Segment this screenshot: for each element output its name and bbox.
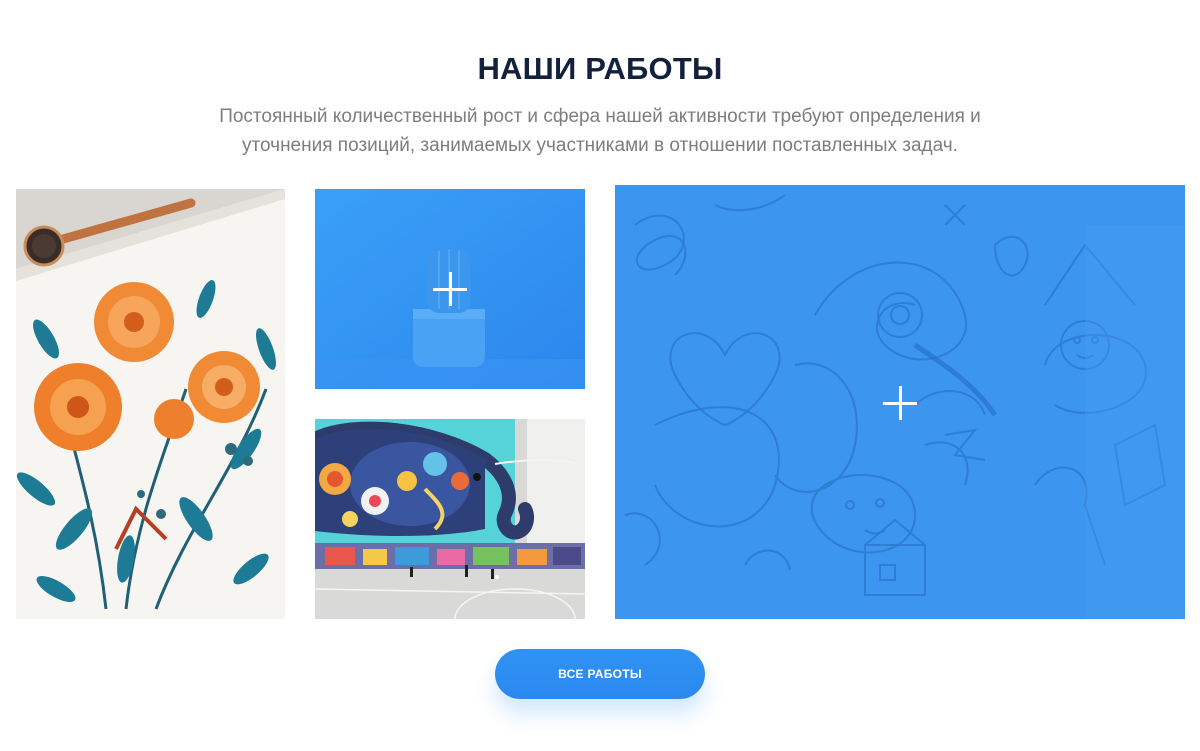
section-subtitle: Постоянный количественный рост и сфера н… <box>180 102 1020 160</box>
subtitle-line-1: Постоянный количественный рост и сфера н… <box>219 106 981 127</box>
all-works-button[interactable]: ВСЕ РАБОТЫ <box>495 649 705 699</box>
subtitle-line-2: уточнения позиций, занимаемых участникам… <box>242 135 958 156</box>
section-title: НАШИ РАБОТЫ <box>477 51 723 86</box>
plus-icon[interactable] <box>433 272 467 306</box>
watercolor-flowers-image <box>16 189 285 619</box>
portfolio-item-cactus-pot[interactable] <box>315 189 585 389</box>
portfolio-item-elephant-mural[interactable] <box>315 419 585 619</box>
elephant-mural-image <box>315 419 585 619</box>
portfolio-item-watercolor-flowers[interactable] <box>16 189 285 619</box>
portfolio-item-sketchbook-doodles[interactable] <box>615 185 1185 619</box>
plus-icon[interactable] <box>883 386 917 420</box>
